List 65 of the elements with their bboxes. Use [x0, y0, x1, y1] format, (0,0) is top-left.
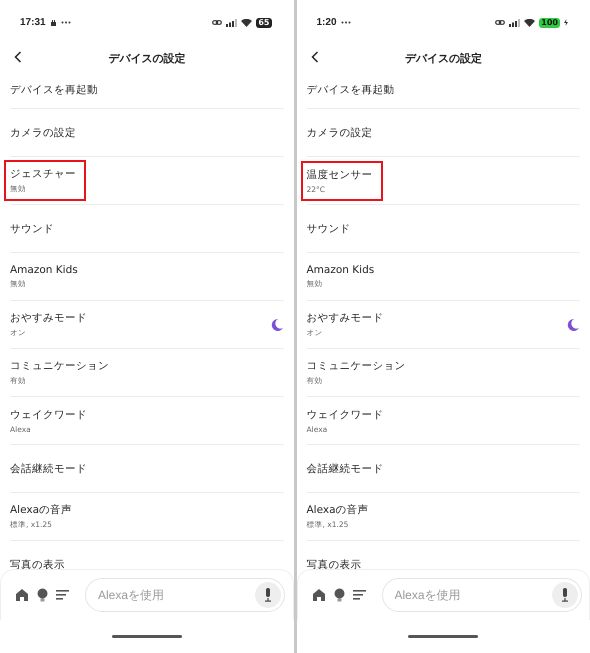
settings-item[interactable]: カメラの設定: [306, 108, 580, 156]
status-time: 1:20: [316, 17, 337, 28]
item-title: ウェイクワード: [306, 408, 384, 422]
settings-item[interactable]: カメラの設定: [10, 108, 284, 156]
home-icon[interactable]: [312, 588, 326, 602]
item-title: 会話継続モード: [306, 462, 384, 476]
settings-item[interactable]: 会話継続モード: [306, 444, 580, 492]
wifi-icon: [524, 18, 536, 26]
link-icon: [495, 20, 506, 25]
item-title: Alexaの音声: [306, 503, 369, 517]
more-icon: [340, 21, 351, 24]
item-title: カメラの設定: [306, 126, 372, 140]
moon-icon: [566, 318, 580, 332]
home-indicator: [408, 635, 478, 638]
item-title: 写真の表示: [10, 558, 65, 569]
more-icon: [60, 21, 71, 24]
item-title: 温度センサー: [306, 168, 374, 182]
signal-icon: [226, 18, 238, 26]
item-title: おやすみモード: [306, 311, 384, 325]
wifi-icon: [241, 18, 252, 26]
battery-level: 65: [256, 18, 272, 28]
item-title: デバイスを再起動: [10, 83, 98, 97]
search-input[interactable]: Alexaを使用: [96, 587, 255, 603]
item-title: デバイスを再起動: [306, 83, 394, 97]
back-icon[interactable]: [310, 51, 318, 63]
item-title: Alexaの音声: [10, 503, 72, 517]
status-time: 17:31: [20, 17, 46, 28]
settings-item[interactable]: 会話継続モード: [10, 444, 284, 492]
item-title: カメラの設定: [10, 126, 76, 140]
home-indicator: [112, 635, 182, 638]
bulb-icon[interactable]: [334, 588, 344, 602]
item-title: サウンド: [10, 222, 54, 236]
settings-item[interactable]: デバイスを再起動: [306, 72, 580, 108]
signal-icon: [509, 18, 520, 26]
item-title: サウンド: [306, 222, 350, 236]
search-field[interactable]: Alexaを使用: [382, 578, 582, 612]
item-title: Amazon Kids: [306, 264, 374, 276]
item-title: 写真の表示: [306, 558, 362, 569]
settings-item[interactable]: デバイスを再起動: [10, 72, 284, 108]
home-icon[interactable]: [15, 588, 29, 602]
charging-icon: [564, 19, 568, 26]
settings-item[interactable]: サウンド: [306, 204, 580, 252]
settings-item[interactable]: サウンド: [10, 204, 284, 252]
moon-icon: [270, 318, 284, 332]
mic-button[interactable]: [552, 582, 578, 608]
menu-icon[interactable]: [56, 590, 69, 600]
item-title: コミュニケーション: [10, 359, 109, 373]
mic-icon: [560, 588, 568, 602]
battery-level: 100: [539, 18, 560, 28]
page-title: デバイスの設定: [404, 51, 482, 66]
item-title: 会話継続モード: [10, 462, 87, 476]
search-input[interactable]: Alexaを使用: [392, 587, 552, 603]
item-title: Amazon Kids: [10, 264, 78, 276]
mic-button[interactable]: [255, 582, 281, 608]
mic-icon: [264, 588, 272, 602]
item-title: ウェイクワード: [10, 408, 87, 422]
item-title: ジェスチャー: [10, 167, 77, 181]
menu-icon[interactable]: [352, 590, 366, 600]
item-title: コミュニケーション: [306, 359, 406, 373]
page-title: デバイスの設定: [108, 51, 186, 66]
link-icon: [212, 20, 222, 25]
back-icon[interactable]: [14, 51, 22, 63]
search-field[interactable]: Alexaを使用: [85, 578, 285, 612]
item-title: おやすみモード: [10, 311, 87, 325]
bulb-icon[interactable]: [37, 588, 48, 602]
